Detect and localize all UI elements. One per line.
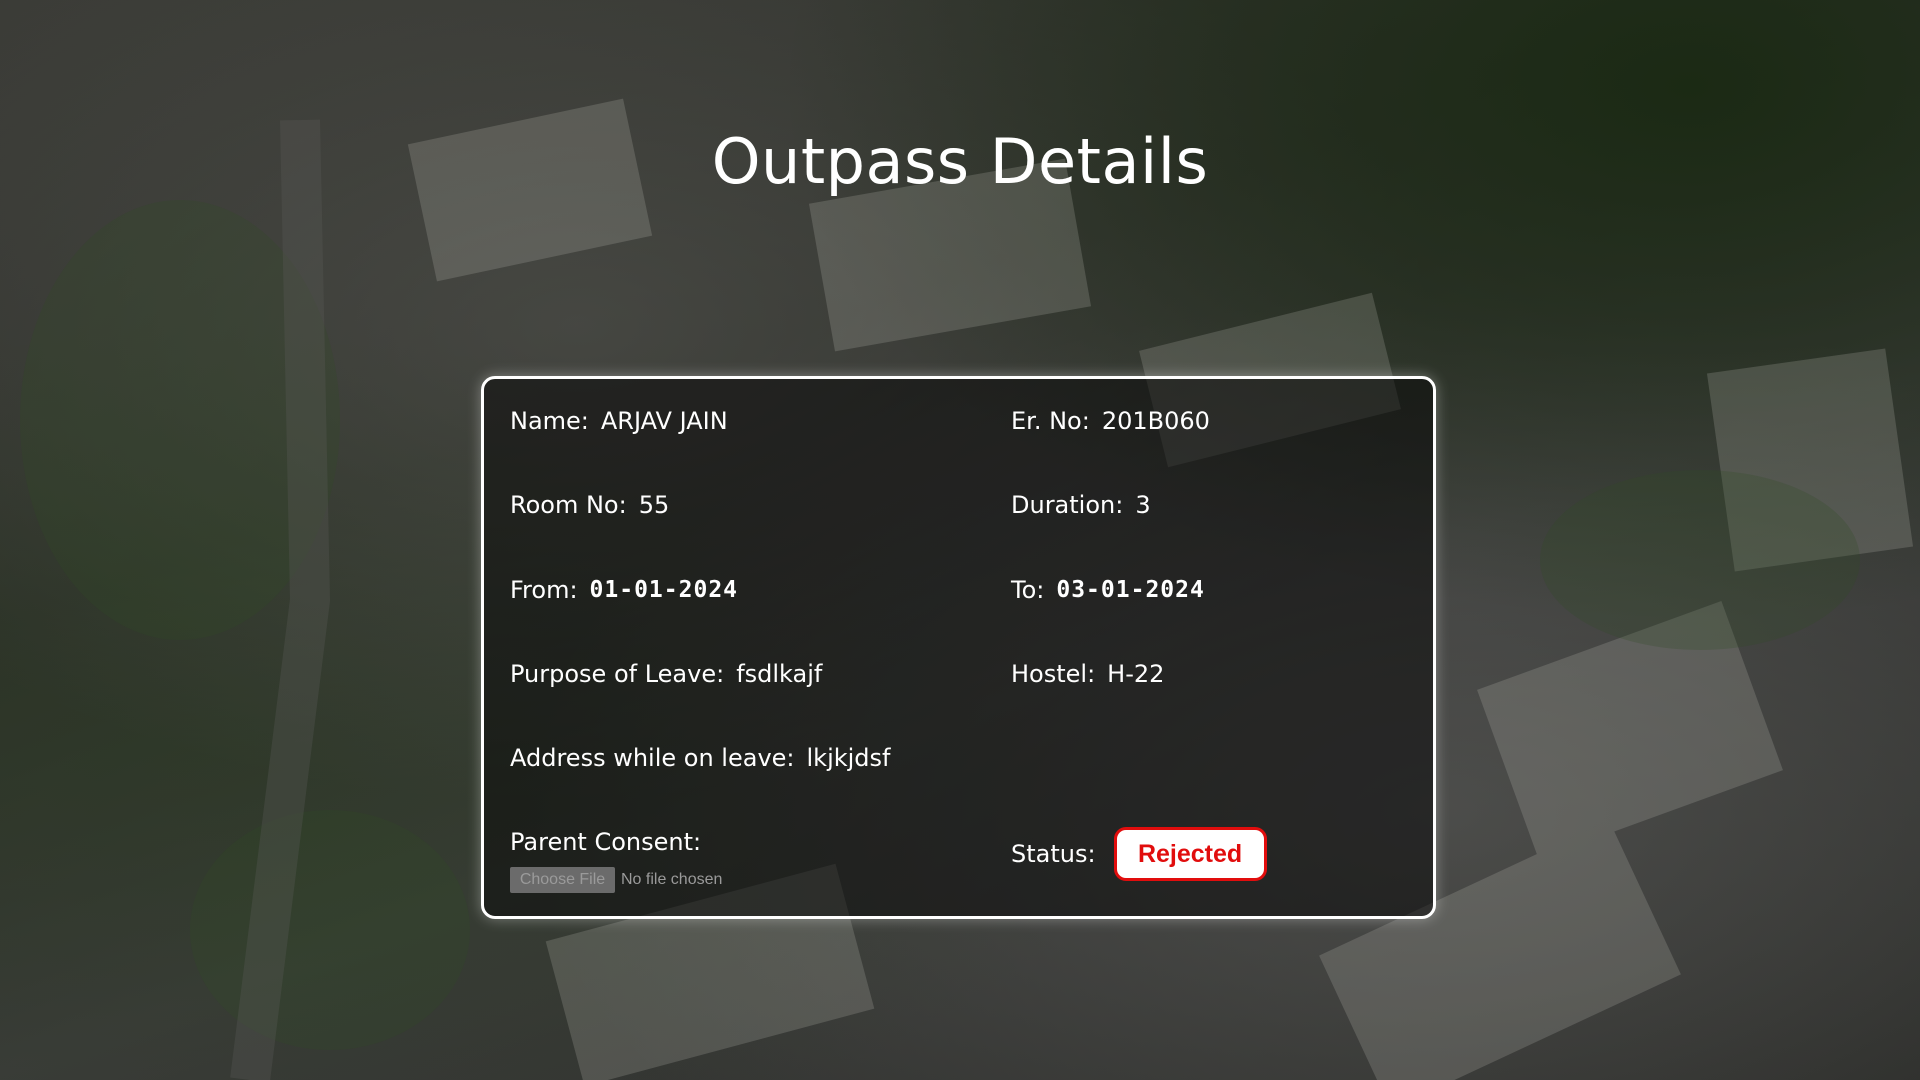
duration-value: 3	[1135, 491, 1151, 519]
file-status-text: No file chosen	[621, 871, 723, 888]
purpose-value: fsdlkajf	[736, 660, 823, 688]
to-date-value: 03-01-2024	[1056, 577, 1205, 603]
address-value: lkjkjdsf	[806, 744, 891, 772]
to-field: To: 03-01-2024	[1011, 576, 1205, 604]
duration-field: Duration: 3	[1011, 491, 1151, 519]
status-badge: Rejected	[1113, 827, 1267, 881]
from-field: From: 01-01-2024	[510, 576, 738, 604]
choose-file-button[interactable]: Choose File	[510, 867, 615, 893]
hostel-field: Hostel: H-22	[1011, 660, 1164, 688]
address-field: Address while on leave: lkjkjdsf	[510, 744, 891, 772]
status-label: Status:	[1011, 840, 1096, 868]
name-value: ARJAV JAIN	[600, 407, 728, 435]
outpass-details-card: Name: ARJAV JAIN Er. No: 201B060 Room No…	[481, 376, 1436, 919]
address-label: Address while on leave:	[510, 744, 795, 772]
parent-consent-field: Parent Consent:	[510, 828, 713, 856]
page-title: Outpass Details	[711, 125, 1209, 198]
hostel-value: H-22	[1107, 660, 1165, 688]
name-field: Name: ARJAV JAIN	[510, 407, 728, 435]
er-no-value: 201B060	[1101, 407, 1210, 435]
status-field: Status: Rejected	[1011, 827, 1267, 881]
hostel-label: Hostel:	[1011, 660, 1096, 688]
purpose-field: Purpose of Leave: fsdlkajf	[510, 660, 822, 688]
room-field: Room No: 55	[510, 491, 669, 519]
room-value: 55	[638, 491, 670, 519]
er-no-label: Er. No:	[1011, 407, 1090, 435]
to-label: To:	[1011, 576, 1045, 604]
from-date-value: 01-01-2024	[589, 577, 739, 603]
parent-consent-label: Parent Consent:	[510, 828, 702, 856]
duration-label: Duration:	[1011, 491, 1124, 519]
from-label: From:	[510, 576, 578, 604]
parent-consent-file-input[interactable]: Choose File No file chosen	[510, 867, 722, 893]
purpose-label: Purpose of Leave:	[510, 660, 725, 688]
er-no-field: Er. No: 201B060	[1011, 407, 1210, 435]
name-label: Name:	[510, 407, 589, 435]
page: Outpass Details Name: ARJAV JAIN Er. No:…	[0, 0, 1920, 1080]
room-label: Room No:	[510, 491, 627, 519]
